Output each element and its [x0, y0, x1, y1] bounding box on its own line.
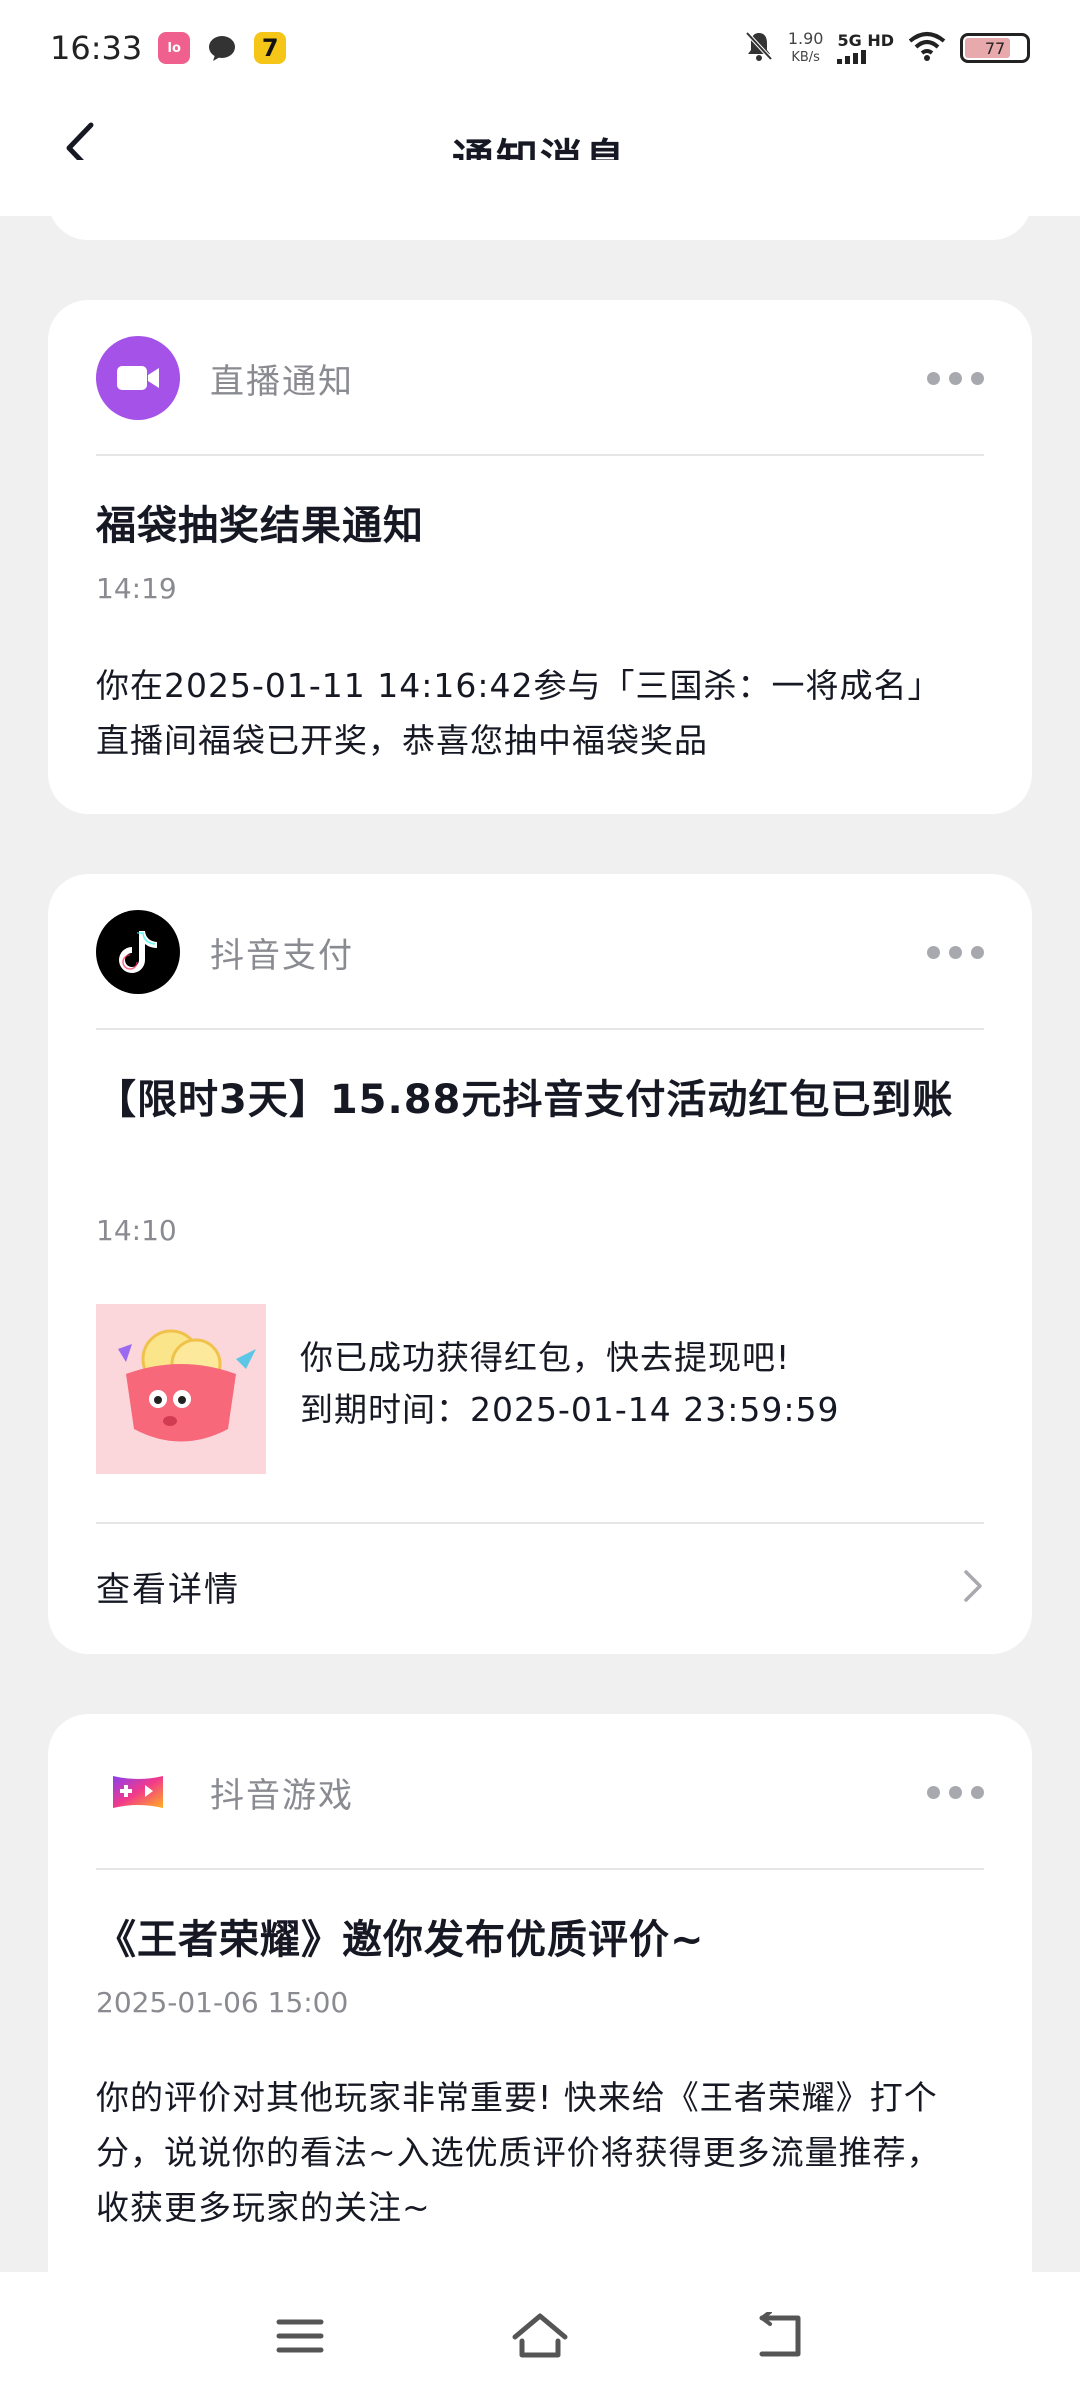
card-body-line2: 到期时间：2025-01-14 23:59:59 — [300, 1390, 840, 1429]
status-time: 16:33 — [50, 29, 143, 67]
card-title: 【限时3天】15.88元抖音支付活动红包已到账 — [96, 1077, 954, 1123]
card-header: 抖音游戏 — [96, 1750, 984, 1834]
view-details-label: 查看详情 — [96, 1569, 240, 1610]
wifi-icon — [908, 31, 946, 65]
divider — [96, 1028, 984, 1030]
signal-icon — [837, 50, 867, 64]
notification-card-pay[interactable]: 抖音支付 【限时3天】15.88元抖音支付活动红包已到账 14:10 你已成功获… — [48, 874, 1032, 1654]
net-speed: 1.90 KB/s — [787, 29, 824, 65]
mute-bell-icon — [744, 30, 774, 66]
status-right: 1.90 KB/s 5G HD 77 — [744, 29, 1030, 67]
card-body-line1: 你已成功获得红包，快去提现吧! — [300, 1338, 791, 1377]
card-header: 直播通知 — [96, 336, 984, 420]
view-details-row[interactable]: 查看详情 — [96, 1524, 984, 1648]
more-options-button[interactable] — [927, 371, 984, 385]
douyin-logo-icon — [96, 910, 180, 994]
game-controller-icon — [96, 1750, 180, 1834]
home-button[interactable] — [500, 2296, 580, 2376]
divider — [96, 1868, 984, 1870]
system-nav-bar — [0, 2272, 1080, 2400]
card-title: 福袋抽奖结果通知 — [96, 503, 424, 549]
back-icon — [759, 2312, 801, 2357]
chat-bubble-icon — [206, 32, 238, 64]
card-source: 抖音游戏 — [210, 1775, 354, 1816]
card-body: 你在2025-01-11 14:16:42参与「三国杀：一将成名」 直播间福袋已… — [96, 666, 942, 760]
card-source: 直播通知 — [210, 361, 354, 402]
card-time: 2025-01-06 15:00 — [96, 1986, 349, 2019]
app-seven-icon: 7 — [254, 32, 287, 64]
status-left: 16:33 lo 7 — [50, 29, 287, 67]
live-video-icon — [96, 336, 180, 420]
more-options-button[interactable] — [927, 945, 984, 959]
red-packet-thumbnail — [96, 1304, 266, 1474]
home-icon — [512, 2313, 568, 2358]
more-options-button[interactable] — [927, 1785, 984, 1799]
card-time: 14:19 — [96, 572, 177, 605]
menu-icon — [276, 2319, 324, 2353]
back-nav-button[interactable] — [740, 2296, 820, 2376]
lofter-app-icon: lo — [158, 32, 191, 64]
card-title: 《王者荣耀》邀你发布优质评价~ — [96, 1917, 705, 1963]
notification-card-game[interactable]: 抖音游戏 《王者荣耀》邀你发布优质评价~ 2025-01-06 15:00 你的… — [48, 1714, 1032, 2354]
status-bar: 16:33 lo 7 1.90 KB/s 5G HD 77 — [0, 0, 1080, 96]
battery-icon: 77 — [960, 33, 1030, 63]
card-header: 抖音支付 — [96, 910, 984, 994]
divider — [96, 454, 984, 456]
card-body: 你的评价对其他玩家非常重要! 快来给《王者荣耀》打个分，说说你的看法~入选优质评… — [96, 2078, 941, 2227]
notification-card-live[interactable]: 直播通知 福袋抽奖结果通知 14:19 你在2025-01-11 14:16:4… — [48, 300, 1032, 814]
menu-button[interactable] — [260, 2296, 340, 2376]
card-time: 14:10 — [96, 1214, 177, 1247]
previous-card-tail[interactable] — [48, 160, 1032, 240]
card-source: 抖音支付 — [210, 935, 354, 976]
chevron-right-icon — [964, 1570, 982, 1602]
network-indicator: 5G HD — [837, 32, 894, 64]
